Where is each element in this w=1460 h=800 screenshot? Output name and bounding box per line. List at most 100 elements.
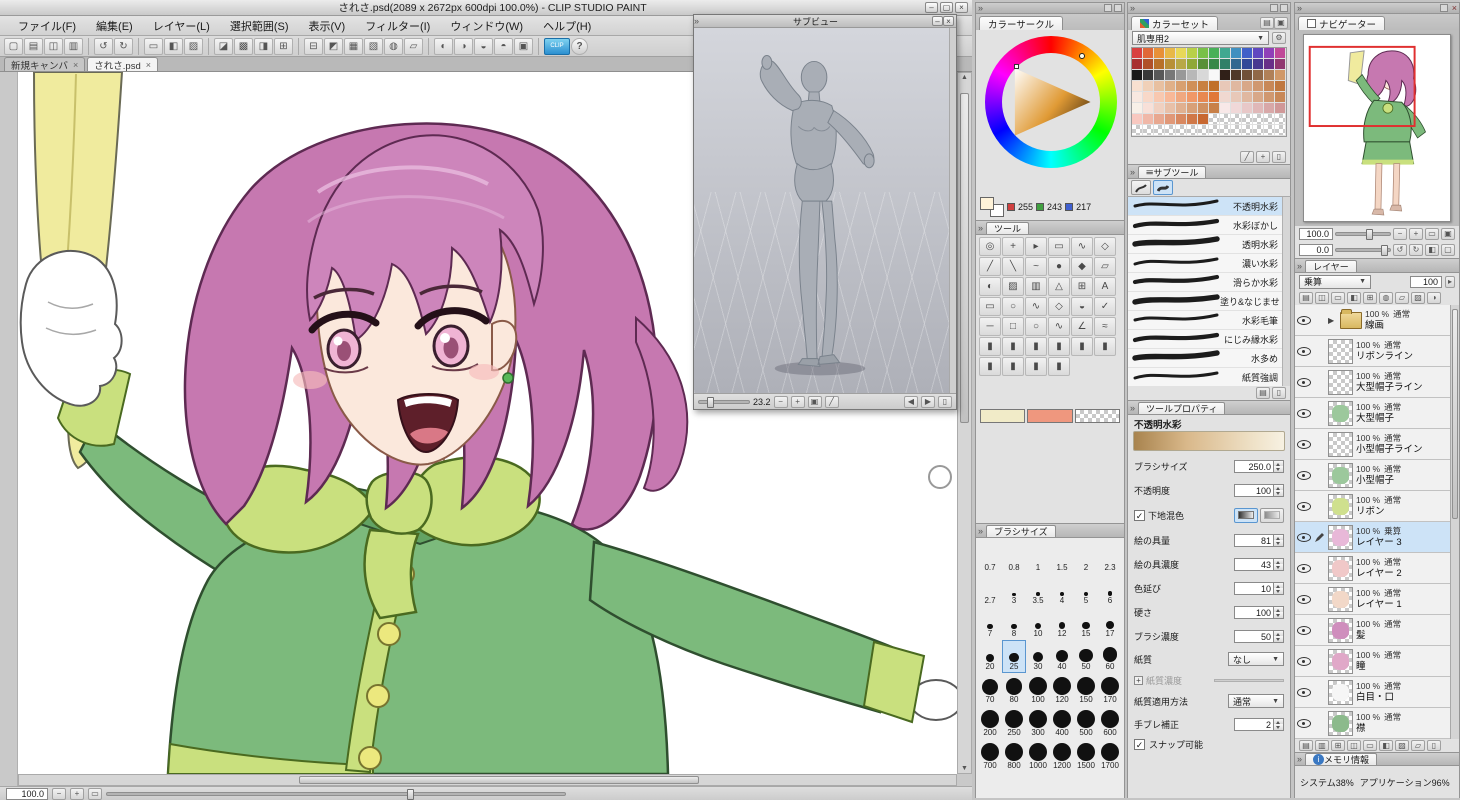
visibility-eye-icon[interactable] bbox=[1297, 406, 1311, 420]
visibility-eye-icon[interactable] bbox=[1297, 530, 1311, 544]
brush-size-cell[interactable]: 25 bbox=[1002, 640, 1026, 673]
brush-size-cell[interactable]: 4 bbox=[1050, 574, 1074, 607]
brush-size-cell[interactable]: 30 bbox=[1026, 640, 1050, 673]
brush-size-cell[interactable]: 0.8 bbox=[1002, 541, 1026, 574]
menu-item-2[interactable]: レイヤー(L) bbox=[143, 16, 220, 35]
eyedropper-icon[interactable]: ╱ bbox=[1240, 151, 1254, 163]
color-swatch[interactable] bbox=[1231, 103, 1242, 114]
text-icon[interactable]: A bbox=[1094, 277, 1116, 296]
subview-titlebar[interactable]: » サブビュー – × bbox=[694, 15, 956, 28]
tab-brush-size[interactable]: ブラシサイズ bbox=[986, 524, 1056, 537]
color-swatch[interactable] bbox=[1275, 92, 1286, 103]
scroll-up-icon[interactable]: ▲ bbox=[958, 74, 971, 81]
color-swatch[interactable] bbox=[1253, 59, 1264, 70]
zoom-slider[interactable] bbox=[106, 788, 566, 800]
color-swatch[interactable] bbox=[1275, 103, 1286, 114]
color-swatch[interactable] bbox=[1220, 59, 1231, 70]
layer-row[interactable]: 100 % 通常 小型帽子 bbox=[1295, 460, 1459, 491]
brush-size-cell[interactable]: 200 bbox=[978, 706, 1002, 739]
color-swatch[interactable] bbox=[1187, 92, 1198, 103]
property-dropdown[interactable]: 通常 ▼ bbox=[1228, 694, 1284, 708]
property-value[interactable]: 81 bbox=[1234, 533, 1274, 547]
rotate-left-icon[interactable]: ↺ bbox=[1393, 244, 1407, 256]
spinner-icon[interactable] bbox=[1274, 557, 1284, 571]
brush-size-cell[interactable]: 1 bbox=[1026, 541, 1050, 574]
color-swatch[interactable] bbox=[1242, 70, 1253, 81]
undo-icon[interactable]: ↺ bbox=[94, 37, 113, 55]
snap-ruler-icon[interactable]: ▧ bbox=[364, 37, 383, 55]
subtool-scrollbar[interactable] bbox=[1282, 197, 1290, 386]
transparent-color-well[interactable] bbox=[1074, 409, 1120, 423]
brush-size-cell[interactable]: 120 bbox=[1050, 673, 1074, 706]
color-swatch[interactable] bbox=[1143, 92, 1154, 103]
next-image-icon[interactable]: ▶ bbox=[921, 395, 935, 408]
zoom-out-icon[interactable]: − bbox=[1393, 228, 1407, 240]
property-value[interactable]: 2 bbox=[1234, 717, 1274, 731]
expand-plus-icon[interactable]: + bbox=[1134, 675, 1143, 685]
color-swatch[interactable] bbox=[1176, 125, 1187, 136]
subview-minimize-icon[interactable]: – bbox=[932, 16, 943, 26]
save-icon[interactable]: ◫ bbox=[44, 37, 63, 55]
color-swatch[interactable] bbox=[1253, 70, 1264, 81]
help-icon[interactable]: ? bbox=[571, 37, 588, 55]
scale-rotate-icon[interactable]: ⊟ bbox=[304, 37, 323, 55]
color-swatch[interactable] bbox=[1220, 70, 1231, 81]
brush-size-cell[interactable]: 3.5 bbox=[1026, 574, 1050, 607]
reset-icon[interactable]: ▢ bbox=[1441, 244, 1455, 256]
color-swatch[interactable] bbox=[1231, 48, 1242, 59]
canvas-horizontal-scrollbar[interactable] bbox=[18, 774, 957, 786]
pen-group-icon[interactable] bbox=[1131, 180, 1151, 195]
color-swatch[interactable] bbox=[1253, 92, 1264, 103]
open-file-icon[interactable]: ▤ bbox=[24, 37, 43, 55]
brush-size-cell[interactable]: 400 bbox=[1050, 706, 1074, 739]
subtool-item[interactable]: 水彩ぼかし bbox=[1128, 216, 1290, 235]
nib-3-icon[interactable]: ▮ bbox=[1025, 337, 1047, 356]
tab-memory-info[interactable]: i メモリ情報 bbox=[1305, 753, 1378, 765]
color-swatch[interactable] bbox=[1143, 125, 1154, 136]
property-value[interactable]: 43 bbox=[1234, 557, 1274, 571]
color-swatch[interactable] bbox=[1209, 59, 1220, 70]
nib-4-icon[interactable]: ▮ bbox=[1048, 337, 1070, 356]
zoom-in-icon[interactable]: + bbox=[790, 395, 805, 408]
color-swatch[interactable] bbox=[1220, 125, 1231, 136]
pen-icon[interactable]: ╱ bbox=[979, 257, 1001, 276]
color-swatch[interactable] bbox=[1187, 125, 1198, 136]
eyedropper-icon[interactable]: ╱ bbox=[824, 395, 839, 408]
color-swatch[interactable] bbox=[1165, 48, 1176, 59]
blend-mode-dropdown[interactable]: 乗算 ▼ bbox=[1299, 274, 1371, 289]
brush-size-cell[interactable]: 1500 bbox=[1074, 739, 1098, 772]
spinner-icon[interactable] bbox=[1274, 533, 1284, 547]
brush-size-cell[interactable]: 0.7 bbox=[978, 541, 1002, 574]
color-swatch[interactable] bbox=[1264, 92, 1275, 103]
expand-arrow-icon[interactable]: ▶ bbox=[1328, 316, 1337, 325]
layer-panel-header[interactable]: » レイヤー bbox=[1294, 258, 1460, 273]
guide-icon[interactable]: ◐ bbox=[434, 37, 453, 55]
color-swatch[interactable] bbox=[1264, 125, 1275, 136]
navigator-zoom-slider[interactable] bbox=[1335, 229, 1391, 240]
color-swatch[interactable] bbox=[1209, 81, 1220, 92]
fit-icon[interactable]: ▭ bbox=[1425, 228, 1439, 240]
foreground-background-swatches[interactable] bbox=[980, 197, 1004, 217]
new-file-icon[interactable]: ▢ bbox=[4, 37, 23, 55]
memory-panel-header[interactable]: » i メモリ情報 bbox=[1294, 752, 1460, 766]
rect-icon[interactable]: □ bbox=[1002, 317, 1024, 336]
layer-row[interactable]: 100 % 通常 リボンライン bbox=[1295, 336, 1459, 367]
sub-color-well[interactable] bbox=[1027, 409, 1073, 423]
tool-panel-header[interactable]: » ツール bbox=[975, 220, 1125, 235]
color-swatch[interactable] bbox=[1264, 114, 1275, 125]
spinner-icon[interactable] bbox=[1274, 605, 1284, 619]
color-swatch[interactable] bbox=[1220, 114, 1231, 125]
color-swatch[interactable] bbox=[1165, 81, 1176, 92]
operate-icon[interactable]: ▸ bbox=[1025, 237, 1047, 256]
status-zoom-value[interactable]: 100.0 bbox=[6, 787, 48, 800]
color-swatch[interactable] bbox=[1154, 70, 1165, 81]
color-swatch[interactable] bbox=[1165, 70, 1176, 81]
decoration-icon[interactable]: ◆ bbox=[1071, 257, 1093, 276]
brush-size-cell[interactable]: 50 bbox=[1074, 640, 1098, 673]
tab-navigator[interactable]: ナビゲーター bbox=[1298, 16, 1386, 31]
gradient-icon[interactable]: ▥ bbox=[1025, 277, 1047, 296]
collapse-chevron-icon[interactable]: » bbox=[1297, 754, 1302, 764]
color-swatch[interactable] bbox=[1231, 92, 1242, 103]
menu-item-1[interactable]: 編集(E) bbox=[86, 16, 143, 35]
opacity-slider-icon[interactable]: ▸ bbox=[1445, 275, 1455, 288]
